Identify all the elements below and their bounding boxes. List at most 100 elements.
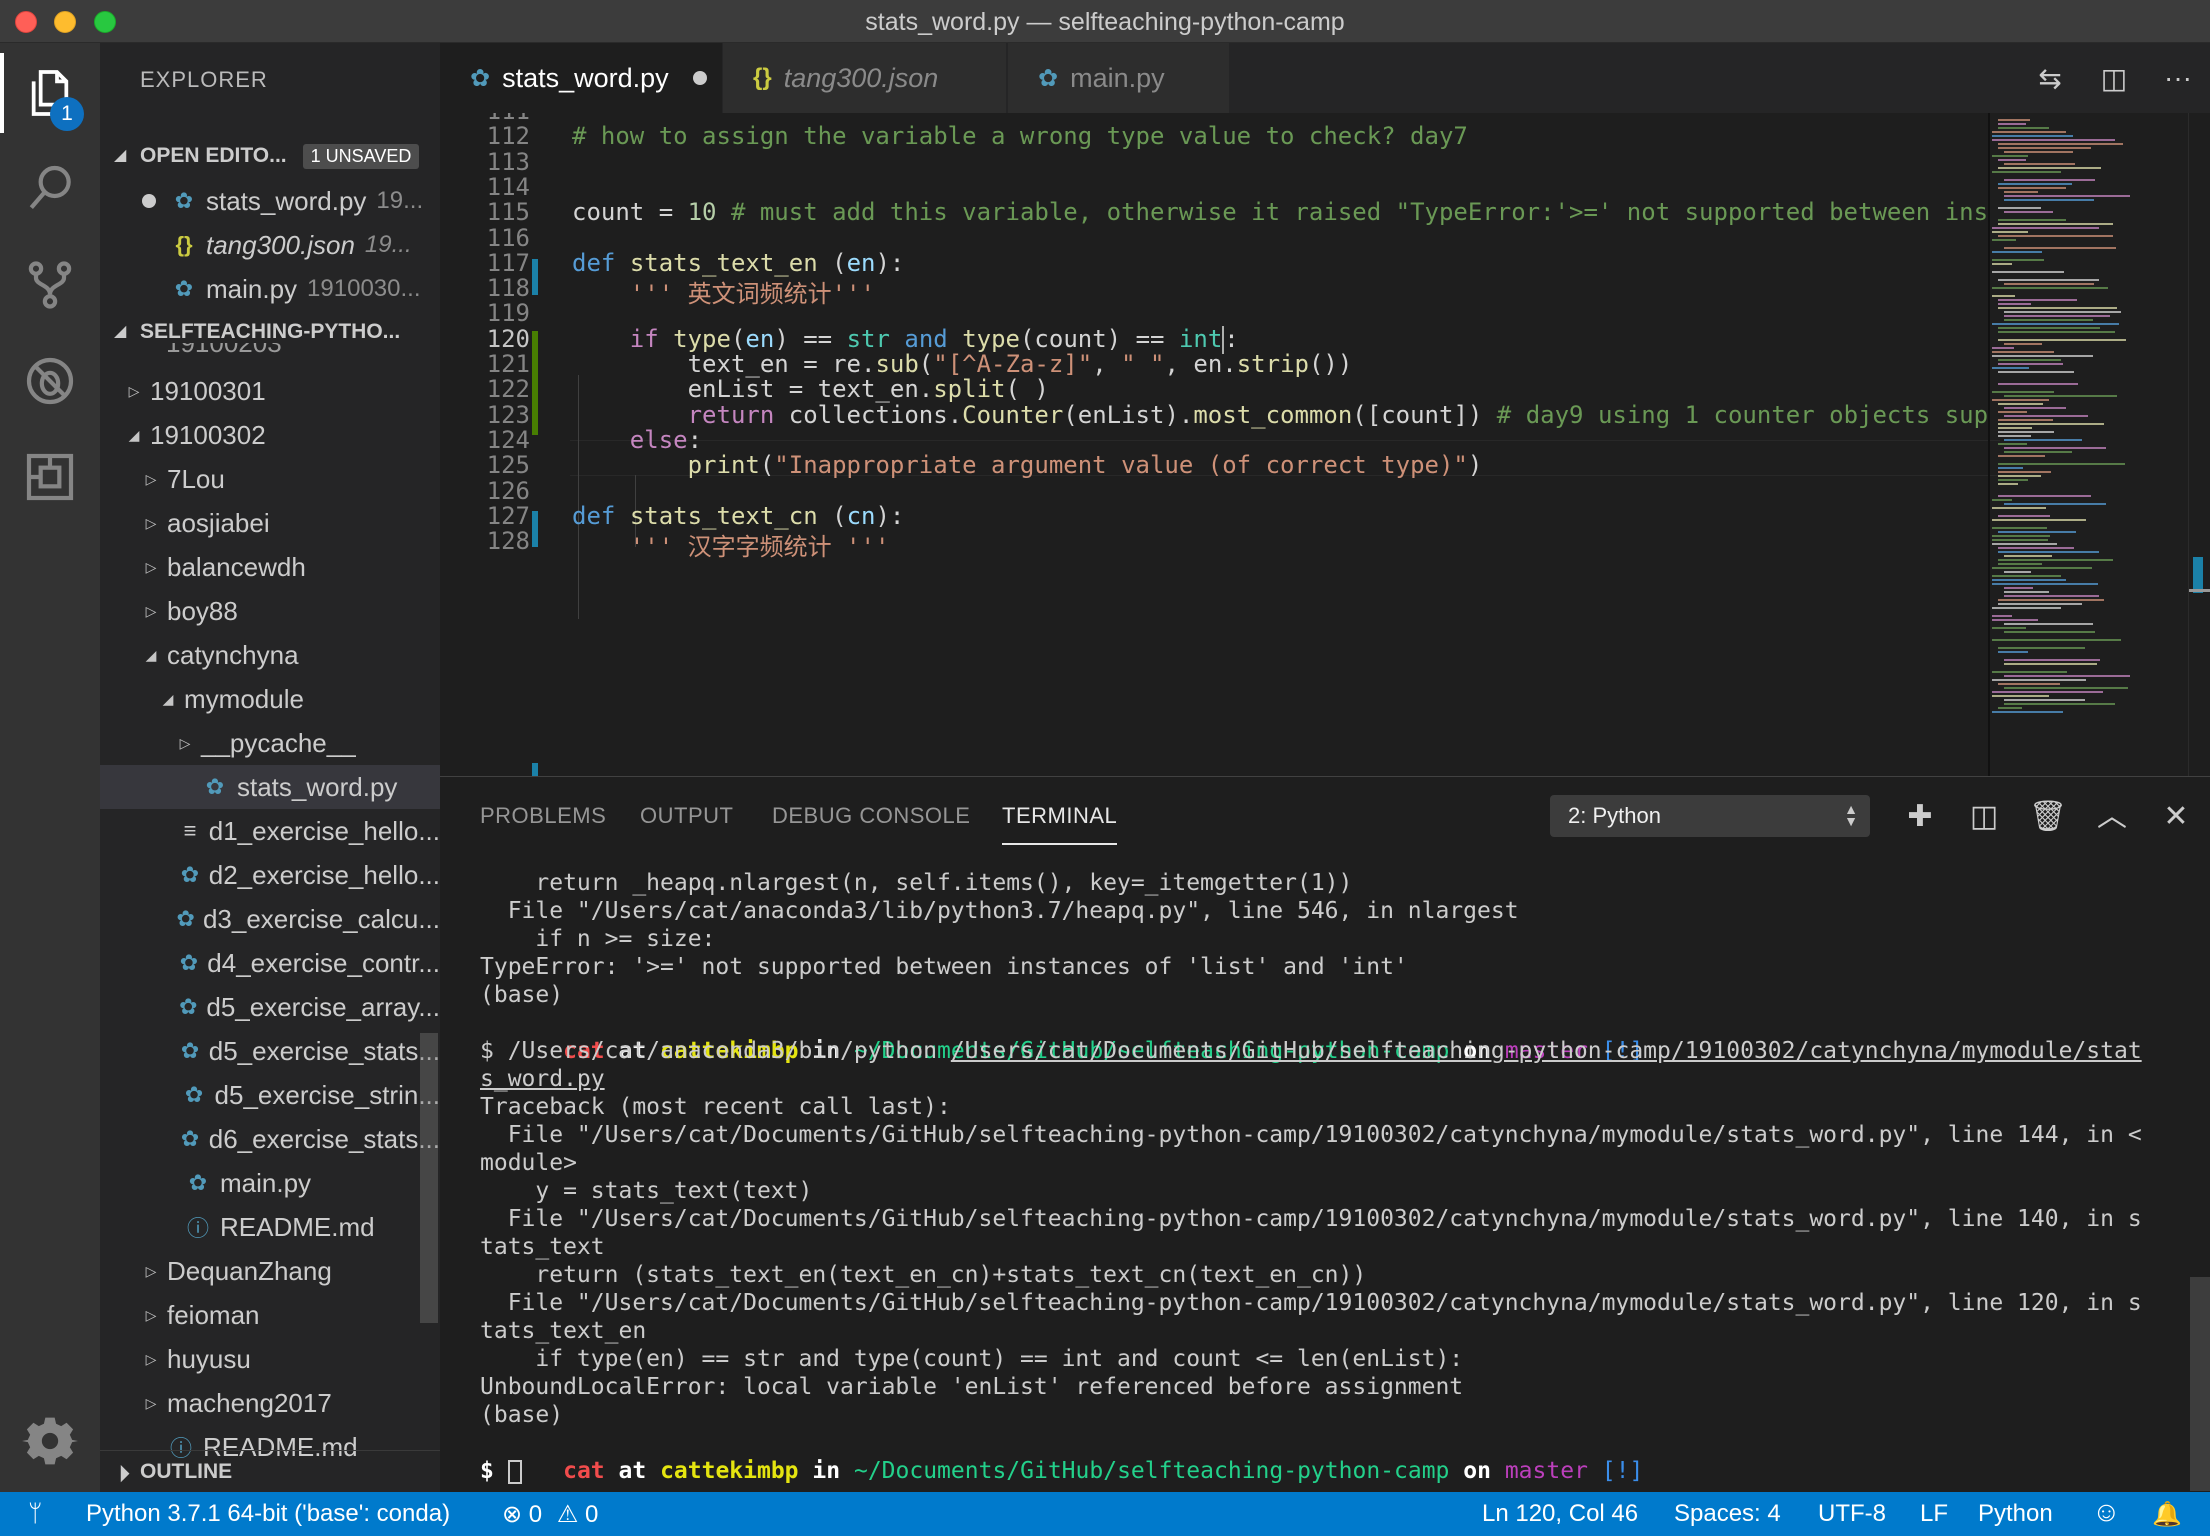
minimap-line: [1998, 303, 2031, 305]
bell-icon[interactable]: 🔔: [2152, 1500, 2182, 1529]
minimap-line: [1992, 135, 2073, 137]
tree-item[interactable]: ▷ 7Lou: [100, 457, 440, 501]
minimap-line: [1998, 467, 2023, 469]
manage-activity[interactable]: [0, 1393, 100, 1489]
tab-tang300[interactable]: {} tang300.json: [723, 43, 1007, 113]
minimap-line: [1998, 683, 2060, 685]
split-editor-icon[interactable]: ◫: [2082, 62, 2146, 95]
tab-main[interactable]: ✿ main.py: [1008, 43, 1230, 113]
minimap-line: [1998, 443, 2027, 445]
terminal-select[interactable]: 2: Python ▲ ▼: [1550, 795, 1870, 837]
code-line: count = 10 # must add this variable, oth…: [572, 198, 1989, 227]
tree-item[interactable]: ▷ feioman: [100, 1293, 440, 1337]
minimap-line: [2004, 151, 2073, 153]
terminal-output[interactable]: return _heapq.nlargest(n, self.items(), …: [480, 869, 2180, 1485]
tree-item[interactable]: ▷ aosjiabei: [100, 501, 440, 545]
editor-scrollbar[interactable]: [2188, 113, 2210, 776]
python-icon: ✿: [180, 862, 200, 887]
open-editors-header[interactable]: ◢ OPEN EDITO... 1 UNSAVED: [100, 135, 440, 177]
tree-item[interactable]: ▷ macheng2017: [100, 1381, 440, 1425]
tree-item[interactable]: ▷ boy88: [100, 589, 440, 633]
tree-item[interactable]: ✿ d5_exercise_strin...: [100, 1073, 440, 1117]
tree-item[interactable]: ✿ d6_exercise_stats...: [100, 1117, 440, 1161]
sidebar-scrollbar[interactable]: [420, 1033, 438, 1323]
new-terminal-icon[interactable]: ✚: [1898, 795, 1942, 839]
cursor-position[interactable]: Ln 120, Col 46: [1482, 1500, 1638, 1528]
python-icon: ✿: [179, 994, 198, 1019]
tree-item[interactable]: ✿ d5_exercise_array...: [100, 985, 440, 1029]
terminal-scrollbar[interactable]: [2190, 1277, 2210, 1491]
explorer-activity[interactable]: 1: [0, 45, 100, 141]
minimap-line: [1998, 183, 2072, 185]
text-file-icon: ≡: [183, 818, 197, 843]
tab-terminal[interactable]: TERMINAL: [1002, 803, 1118, 845]
tab-problems[interactable]: PROBLEMS: [480, 803, 606, 829]
encoding[interactable]: UTF-8: [1818, 1500, 1886, 1528]
tree-item[interactable]: ◢ catynchyna: [100, 633, 440, 677]
tree-item[interactable]: ✿ d5_exercise_stats...: [100, 1029, 440, 1073]
minimap-line: [1992, 131, 2066, 133]
command-path-link[interactable]: s_word.py: [480, 1066, 605, 1092]
minimap-line: [1998, 435, 2031, 437]
code-editor[interactable]: 111112# how to assign the variable a wro…: [440, 113, 2210, 776]
tree-item[interactable]: ✿ d3_exercise_calcu...: [100, 897, 440, 941]
maximize-panel-icon[interactable]: ︿: [2090, 795, 2134, 839]
chevron-right-icon: ▷: [145, 1350, 157, 1367]
tab-label: stats_word.py: [502, 62, 669, 93]
minimap-line: [1998, 403, 2043, 405]
language-mode[interactable]: Python: [1978, 1500, 2053, 1528]
more-actions-icon[interactable]: ···: [2146, 62, 2210, 94]
debug-activity[interactable]: [0, 333, 100, 429]
tree-item[interactable]: ▷ 19100301: [100, 369, 440, 413]
tree-item[interactable]: ✿ d2_exercise_hello...: [100, 853, 440, 897]
minimap-line: [1998, 563, 2042, 565]
tree-item[interactable]: ▷ balancewdh: [100, 545, 440, 589]
python-interpreter[interactable]: Python 3.7.1 64-bit ('base': conda): [86, 1500, 450, 1528]
tree-item[interactable]: ⓘ README.md: [100, 1205, 440, 1249]
minimap-line: [1998, 363, 2063, 365]
activity-bar: 1: [0, 43, 100, 1492]
tab-debug-console[interactable]: DEBUG CONSOLE: [772, 803, 970, 829]
tab-output[interactable]: OUTPUT: [640, 803, 733, 829]
outline-header[interactable]: ◢ OUTLINE: [100, 1450, 440, 1492]
indentation[interactable]: Spaces: 4: [1674, 1500, 1781, 1528]
tree-item[interactable]: ◢ mymodule: [100, 677, 440, 721]
problems-indicator[interactable]: ⊗ 0 ⚠ 0: [502, 1500, 598, 1529]
minimap[interactable]: [1988, 113, 2188, 776]
command-path-link[interactable]: /Users/cat/Documents/GitHub/selfteaching…: [951, 1038, 2142, 1064]
minimap-line: [2004, 395, 2117, 397]
tree-item[interactable]: ▷ huyusu: [100, 1337, 440, 1381]
open-changes-icon[interactable]: ⇆: [2018, 62, 2082, 95]
tree-item[interactable]: ▷ DequanZhang: [100, 1249, 440, 1293]
minimap-line: [1998, 331, 2115, 333]
open-editor-stats-word[interactable]: ✿ stats_word.py 19...: [100, 179, 440, 223]
minimap-line: [1992, 579, 2066, 581]
minimap-line: [2004, 587, 2033, 589]
trash-icon[interactable]: 🗑: [2026, 795, 2070, 839]
tree-item[interactable]: ▷ __pycache__: [100, 721, 440, 765]
minimap-line: [2004, 623, 2093, 625]
split-terminal-icon[interactable]: ◫: [1962, 795, 2006, 839]
smiley-icon[interactable]: ☺: [2092, 1496, 2121, 1528]
open-editor-main[interactable]: ✿ main.py 1910030...: [100, 267, 440, 311]
tree-item[interactable]: ✿ d4_exercise_contr...: [100, 941, 440, 985]
line-number: 125: [486, 451, 530, 480]
tree-item[interactable]: ✿ main.py: [100, 1161, 440, 1205]
tree-item[interactable]: ≡ d1_exercise_hello...: [100, 809, 440, 853]
source-control-activity[interactable]: [0, 237, 100, 333]
end-of-line[interactable]: LF: [1920, 1500, 1948, 1528]
tab-stats-word[interactable]: ✿ stats_word.py: [440, 43, 722, 113]
git-branch-icon[interactable]: ᛘ: [28, 1500, 42, 1528]
minimap-line: [1998, 359, 2061, 361]
code-line: else:: [629, 425, 703, 454]
open-editor-tang300[interactable]: {} tang300.json 19...: [100, 223, 440, 267]
extensions-activity[interactable]: [0, 429, 100, 525]
modified-dot-icon[interactable]: [692, 71, 707, 85]
tree-item[interactable]: ◢ 19100302: [100, 413, 440, 457]
minimap-line: [2004, 595, 2099, 597]
close-panel-icon[interactable]: ✕: [2154, 795, 2198, 839]
code-line: def stats_text_cn (cn):: [572, 501, 905, 530]
tree-item[interactable]: ✿ stats_word.py: [100, 765, 440, 809]
code-line: return collections.Counter(enList).most_…: [687, 400, 1989, 429]
search-activity[interactable]: [0, 141, 100, 237]
